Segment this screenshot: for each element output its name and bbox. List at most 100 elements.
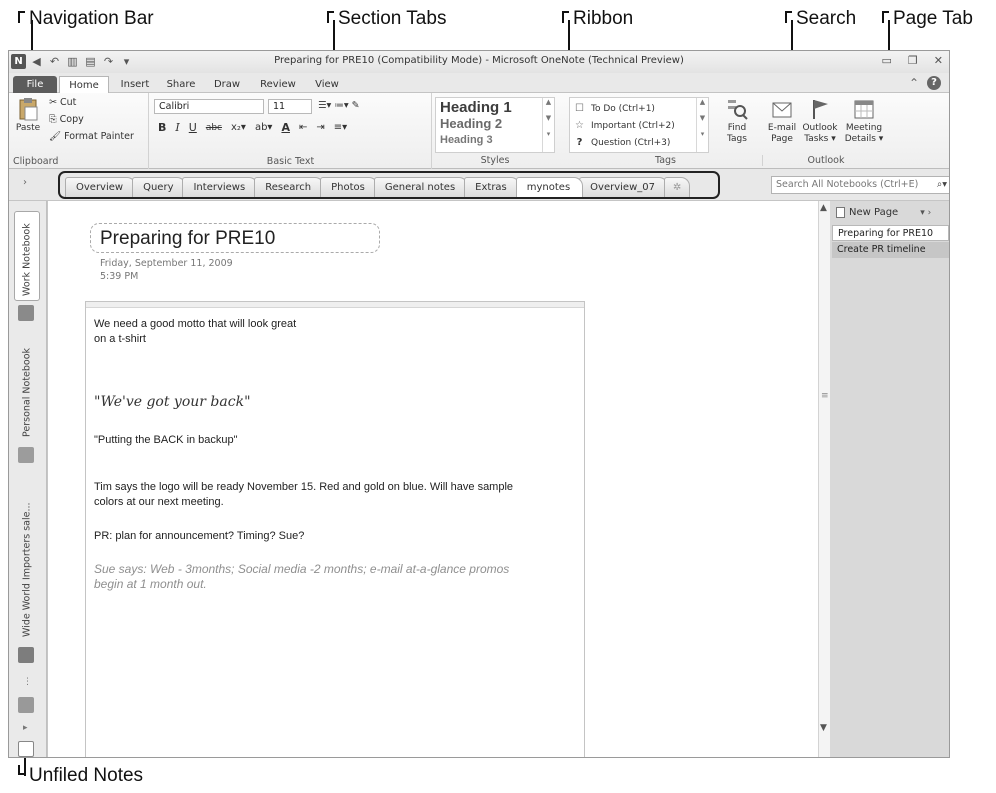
page-tab-callout: Page Tab: [882, 8, 973, 30]
bullets-icon[interactable]: ☰▾: [318, 100, 331, 111]
note-line[interactable]: colors at our next meeting.: [94, 495, 584, 510]
restore-icon[interactable]: ❐: [908, 54, 918, 67]
underline-button[interactable]: U: [189, 121, 197, 134]
note-motto[interactable]: "We've got your back": [94, 395, 584, 410]
help-icon[interactable]: ?: [927, 76, 941, 90]
tag-question[interactable]: ? Question (Ctrl+3): [574, 134, 704, 151]
minimize-icon[interactable]: ▭: [882, 54, 892, 67]
font-name-select[interactable]: Calibri: [154, 99, 264, 114]
style-heading-2[interactable]: Heading 2: [440, 116, 550, 132]
note-line[interactable]: We need a good motto that will look grea…: [94, 317, 584, 332]
note-page[interactable]: Preparing for PRE10 Friday, September 11…: [47, 201, 818, 757]
increase-indent-icon[interactable]: ⇥: [316, 122, 324, 133]
decrease-indent-icon[interactable]: ⇤: [299, 122, 307, 133]
note-container-handle[interactable]: [86, 302, 584, 308]
meeting-details-button[interactable]: Meeting Details ▾: [843, 97, 885, 145]
section-tab-overview-07[interactable]: Overview_07: [579, 177, 668, 197]
notebook-wide-world[interactable]: Wide World Importers sale...: [14, 481, 40, 641]
search-input[interactable]: Search All Notebooks (Ctrl+E) ⌕▾: [771, 176, 949, 194]
tab-draw[interactable]: Draw: [205, 76, 249, 93]
section-tabs-callout: Section Tabs: [327, 8, 446, 30]
tab-review[interactable]: Review: [253, 76, 303, 93]
note-quote[interactable]: begin at 1 month out.: [94, 577, 584, 592]
section-tab-general-notes[interactable]: General notes: [373, 177, 469, 197]
numbering-icon[interactable]: ≔▾: [334, 100, 348, 111]
tab-share[interactable]: Share: [159, 76, 203, 93]
find-tags-button[interactable]: Find Tags: [717, 97, 757, 145]
copy-button[interactable]: ⎘ Copy: [49, 114, 84, 125]
tab-file[interactable]: File: [13, 76, 57, 93]
note-line[interactable]: "Putting the BACK in backup": [94, 433, 584, 448]
tags-scroll[interactable]: ▲ ▼ ▾: [696, 98, 708, 152]
more-notebooks-icon[interactable]: ⋮: [23, 677, 32, 687]
section-tab-mynotes[interactable]: mynotes: [515, 177, 584, 197]
paintbrush-icon: 🖌: [49, 131, 65, 142]
ribbon-tab-row: File Home Insert Share Draw Review View …: [9, 73, 949, 94]
paste-button[interactable]: Paste: [13, 97, 43, 134]
cut-button[interactable]: ✂ Cut: [49, 97, 76, 108]
new-page-icon: [836, 207, 845, 218]
star-icon: ☆: [575, 120, 584, 131]
style-heading-1[interactable]: Heading 1: [440, 100, 550, 116]
outlook-tasks-button[interactable]: Outlook Tasks ▾: [801, 97, 839, 145]
section-tab-research[interactable]: Research: [254, 177, 325, 197]
note-quote[interactable]: Sue says: Web - 3months; Social media -2…: [94, 562, 584, 577]
styles-gallery[interactable]: Heading 1 Heading 2 Heading 3 ▲ ▼ ▾: [435, 97, 555, 153]
scroll-thumb[interactable]: ≡: [821, 391, 829, 401]
expand-notebooks-icon[interactable]: ▸: [23, 723, 28, 733]
align-icon[interactable]: ≡▾: [334, 122, 347, 133]
section-tab-photos[interactable]: Photos: [320, 177, 378, 197]
section-tab-overview[interactable]: Overview: [65, 177, 137, 197]
highlight-icon[interactable]: ab▾: [255, 122, 273, 133]
tag-todo[interactable]: ☐ To Do (Ctrl+1): [574, 100, 704, 117]
tag-important[interactable]: ☆ Important (Ctrl+2): [574, 117, 704, 134]
tab-insert[interactable]: Insert: [113, 76, 157, 93]
search-icon[interactable]: ⌕▾: [937, 177, 947, 193]
navigation-bar-callout: Navigation Bar: [18, 8, 154, 30]
ribbon: Paste ✂ Cut ⎘ Copy 🖌 Format Painter Clip…: [9, 93, 949, 169]
tab-home[interactable]: Home: [59, 76, 109, 94]
tags-gallery[interactable]: ☐ To Do (Ctrl+1) ☆ Important (Ctrl+2) ? Que…: [569, 97, 709, 153]
section-tab-extras[interactable]: Extras: [464, 177, 520, 197]
new-section-tab[interactable]: ✲: [663, 177, 691, 197]
new-page-button[interactable]: New Page ▾ ›: [836, 207, 931, 218]
new-page-dropdown-icon[interactable]: ▾ ›: [920, 208, 931, 218]
tab-view[interactable]: View: [307, 76, 347, 93]
note-line[interactable]: on a t-shirt: [94, 332, 584, 347]
unfiled-notes-icon[interactable]: [18, 741, 34, 757]
scroll-up-icon[interactable]: ▲: [820, 203, 827, 213]
notebook-work[interactable]: Work Notebook: [14, 211, 40, 301]
strikethrough-button[interactable]: abc: [206, 123, 222, 133]
outlook-group-label: Outlook: [807, 155, 845, 166]
expand-nav-icon[interactable]: ›: [23, 177, 27, 188]
notebook-work-icon: [18, 305, 34, 321]
scroll-down-icon[interactable]: ▼: [820, 723, 827, 733]
font-size-select[interactable]: 11: [268, 99, 312, 114]
close-icon[interactable]: ✕: [934, 54, 943, 67]
styles-scroll[interactable]: ▲ ▼ ▾: [542, 98, 554, 152]
italic-button[interactable]: I: [175, 121, 179, 134]
bold-button[interactable]: B: [158, 121, 166, 134]
collapse-ribbon-icon[interactable]: ⌃: [909, 76, 919, 90]
page-tab-preparing[interactable]: Preparing for PRE10: [832, 225, 949, 241]
section-tab-interviews[interactable]: Interviews: [182, 177, 259, 197]
stacked-notebooks-icon[interactable]: [18, 697, 34, 713]
note-line[interactable]: PR: plan for announcement? Timing? Sue?: [94, 529, 584, 544]
section-tab-query[interactable]: Query: [132, 177, 187, 197]
basic-text-group: Calibri 11 ☰▾ ≔▾ ✎ B I U abc x₂▾ ab▾ A ⇤…: [150, 93, 432, 169]
style-heading-3[interactable]: Heading 3: [440, 132, 550, 148]
page-scrollbar[interactable]: ▲ ≡ ▼: [818, 201, 830, 757]
format-painter-button[interactable]: 🖌 Format Painter: [49, 131, 134, 142]
email-page-button[interactable]: E-mail Page: [767, 97, 797, 145]
basic-text-group-label: Basic Text: [266, 156, 315, 167]
clipboard-icon: [19, 98, 38, 121]
note-line[interactable]: Tim says the logo will be ready November…: [94, 480, 584, 495]
page-tab-create-pr[interactable]: Create PR timeline: [832, 242, 949, 258]
notebook-personal[interactable]: Personal Notebook: [14, 331, 40, 441]
page-title[interactable]: Preparing for PRE10: [100, 228, 275, 250]
font-color-icon[interactable]: A: [281, 121, 290, 134]
ribbon-callout: Ribbon: [562, 8, 633, 30]
clear-format-icon[interactable]: ✎: [352, 100, 360, 111]
subscript-button[interactable]: x₂▾: [231, 122, 246, 133]
notebook-personal-icon: [18, 447, 34, 463]
